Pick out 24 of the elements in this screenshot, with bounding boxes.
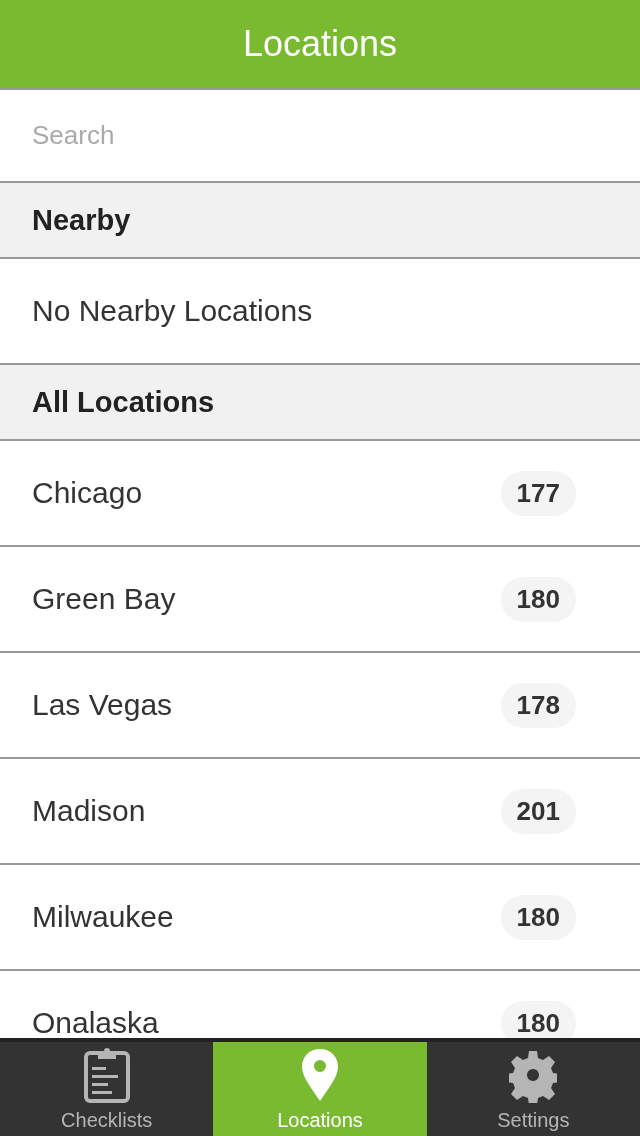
clipboard-icon xyxy=(82,1047,131,1103)
count-badge: 180 xyxy=(500,576,576,622)
section-title: Nearby xyxy=(32,203,131,237)
location-name: Madison xyxy=(32,794,146,828)
location-name: Milwaukee xyxy=(32,900,174,934)
location-row[interactable]: Madison 201 xyxy=(0,759,640,865)
location-row[interactable]: Milwaukee 180 xyxy=(0,865,640,971)
count-badge: 180 xyxy=(500,894,576,940)
location-row[interactable]: Green Bay 180 xyxy=(0,547,640,653)
location-name: Chicago xyxy=(32,476,143,510)
tab[interactable]: Checklists xyxy=(0,1042,214,1136)
screen-title: Locations xyxy=(242,23,398,65)
location-row[interactable]: Las Vegas 178 xyxy=(0,653,640,759)
count-badge: 201 xyxy=(500,788,576,834)
count-badge: 177 xyxy=(500,470,576,516)
empty-message: No Nearby Locations xyxy=(32,294,313,328)
tab[interactable]: Settings xyxy=(426,1042,640,1136)
count-badge: 178 xyxy=(500,682,576,728)
location-row[interactable]: Chicago 177 xyxy=(0,441,640,547)
location-name: Green Bay xyxy=(32,582,176,616)
count-badge: 180 xyxy=(500,1000,576,1038)
location-name: Las Vegas xyxy=(32,688,173,722)
section-title: All Locations xyxy=(32,385,215,419)
location-name: Onalaska xyxy=(32,1006,159,1038)
